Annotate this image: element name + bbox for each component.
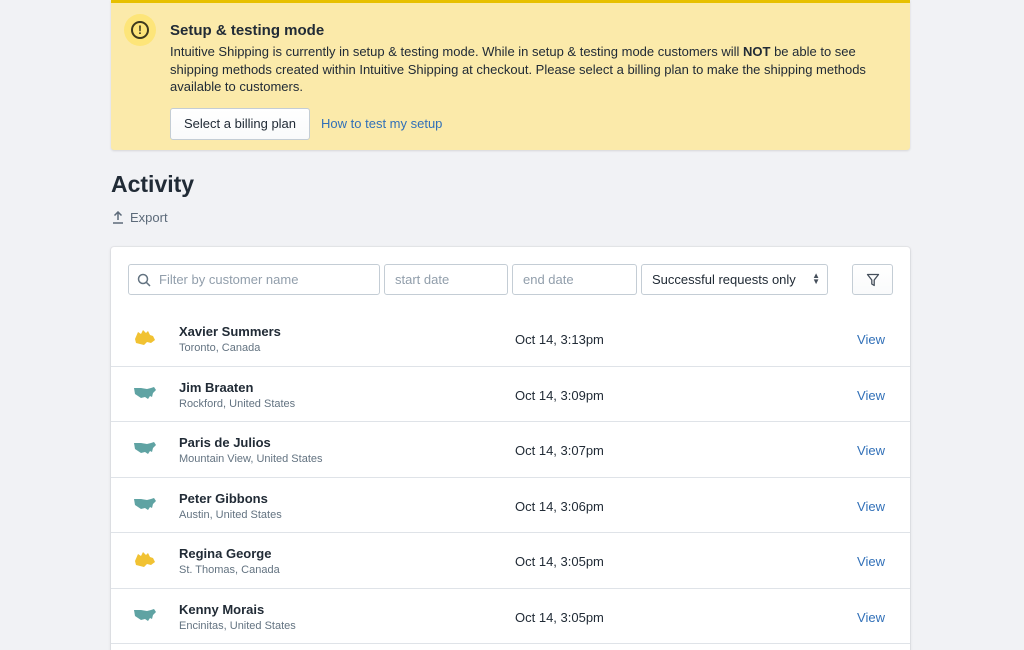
select-arrows-icon: ▲ ▼: [812, 271, 820, 286]
list-item: Xavier Summers Toronto, Canada Oct 14, 3…: [111, 311, 910, 367]
canada-map-icon: [135, 552, 155, 567]
search-placeholder: Filter by customer name: [159, 272, 299, 287]
activity-list: Xavier Summers Toronto, Canada Oct 14, 3…: [111, 311, 910, 644]
export-label: Export: [130, 210, 168, 225]
request-time: Oct 14, 3:05pm: [515, 609, 604, 625]
view-link[interactable]: View: [857, 332, 885, 347]
end-date-placeholder: end date: [523, 272, 574, 287]
view-link[interactable]: View: [857, 499, 885, 514]
customer-location: Austin, United States: [179, 508, 282, 521]
list-item: Kenny Morais Encinitas, United States Oc…: [111, 589, 910, 644]
search-icon: [137, 273, 151, 287]
end-date-input[interactable]: end date: [512, 264, 637, 295]
banner-actions: Select a billing plan How to test my set…: [170, 107, 890, 140]
activity-card: Filter by customer name start date end d…: [111, 247, 910, 650]
list-item: Jim Braaten Rockford, United States Oct …: [111, 367, 910, 422]
customer-location: Toronto, Canada: [179, 342, 261, 354]
customer-name: Kenny Morais: [179, 601, 265, 617]
upload-icon: [113, 211, 123, 224]
status-select[interactable]: Successful requests only ▲ ▼: [641, 264, 828, 295]
view-link[interactable]: View: [857, 610, 885, 625]
customer-name: Jim Braaten: [179, 379, 254, 395]
export-button[interactable]: Export: [112, 210, 168, 225]
request-time: Oct 14, 3:06pm: [515, 498, 604, 514]
customer-name: Xavier Summers: [179, 324, 281, 339]
status-selected-value: Successful requests only: [652, 272, 796, 287]
usa-map-icon: [134, 442, 156, 454]
start-date-placeholder: start date: [395, 272, 450, 287]
customer-location: Rockford, United States: [179, 397, 296, 410]
select-billing-plan-button[interactable]: Select a billing plan: [170, 107, 311, 140]
view-link[interactable]: View: [857, 443, 885, 458]
banner-message: Intuitive Shipping is currently in setup…: [170, 44, 866, 94]
canada-map-icon: [135, 330, 155, 345]
view-link[interactable]: View: [857, 554, 885, 569]
view-link[interactable]: View: [857, 388, 885, 403]
list-item: Regina George St. Thomas, Canada Oct 14,…: [111, 533, 910, 589]
customer-name: Regina George: [179, 546, 272, 561]
request-time: Oct 14, 3:05pm: [515, 554, 604, 569]
filter-button[interactable]: [852, 264, 893, 295]
banner-title: Setup & testing mode: [170, 22, 325, 39]
request-time: Oct 14, 3:09pm: [515, 387, 604, 403]
usa-map-icon: [134, 386, 156, 399]
how-to-test-link[interactable]: How to test my setup: [321, 116, 442, 131]
customer-location: St. Thomas, Canada: [179, 564, 280, 576]
start-date-input[interactable]: start date: [384, 264, 508, 295]
alert-circle-icon: !: [124, 14, 156, 46]
request-time: Oct 14, 3:13pm: [515, 332, 604, 347]
filter-bar: Filter by customer name start date end d…: [128, 264, 893, 295]
customer-name: Paris de Julios: [179, 435, 271, 450]
setup-mode-banner: ! Setup & testing mode Intuitive Shippin…: [111, 0, 910, 150]
usa-map-icon: [134, 608, 156, 621]
list-item: Paris de Julios Mountain View, United St…: [111, 422, 910, 478]
funnel-icon: [866, 273, 879, 286]
list-item: Peter Gibbons Austin, United States Oct …: [111, 478, 910, 533]
customer-name: Peter Gibbons: [179, 490, 268, 506]
page-title: Activity: [111, 171, 195, 197]
customer-location: Mountain View, United States: [179, 453, 323, 465]
customer-search-input[interactable]: Filter by customer name: [128, 264, 380, 295]
request-time: Oct 14, 3:07pm: [515, 443, 604, 458]
customer-location: Encinitas, United States: [179, 619, 296, 632]
usa-map-icon: [134, 497, 156, 510]
main-container: ! Setup & testing mode Intuitive Shippin…: [111, 0, 910, 650]
